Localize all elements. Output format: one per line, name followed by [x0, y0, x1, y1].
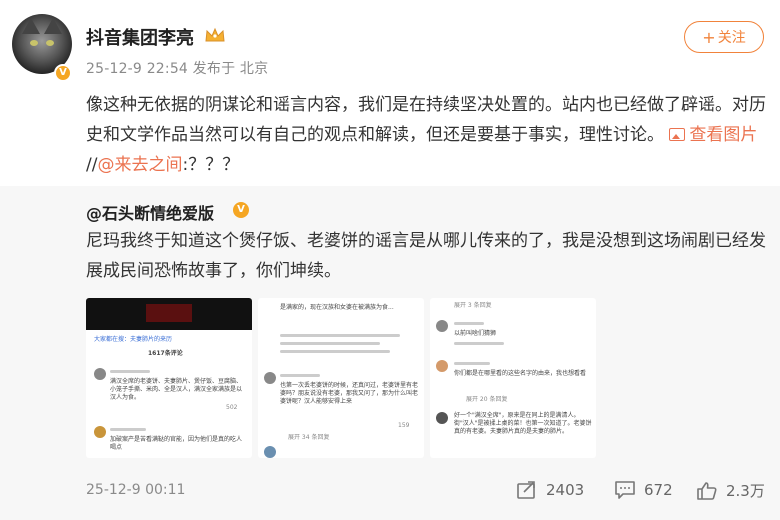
image-thumbnail-2[interactable]: 是满家的，现在汉族和女婆在被满族为食... 也第一次丢老婆饼的时候，还真问过，老… [258, 298, 424, 458]
post-text: 像这种无依据的阴谋论和谣言内容，我们是在持续坚决处置的。站内也已经做了辟谣。对历… [86, 95, 766, 145]
verified-badge-icon: V [54, 64, 72, 82]
post-meta: 25-12-9 22:54 发布于 北京 [86, 61, 269, 77]
author-name[interactable]: 抖音集团李亮 [86, 24, 194, 50]
thumb1-likes: 502 [226, 404, 238, 411]
view-pictures-link[interactable]: 查看图片 [669, 125, 757, 145]
commenter-avatar [436, 360, 448, 372]
thumbs-up-icon [697, 481, 717, 500]
thumb1-header: 大家都在搜：夫妻肺片的来历 [94, 336, 173, 343]
repost-count: 2403 [546, 481, 585, 499]
image-thumbnail-3[interactable]: 展开 3 条回复 以前叫啥们猜狮 你们都是在哪里看的这些名字的由来，我也想看看 … [430, 298, 596, 458]
follow-label: 关注 [717, 30, 746, 46]
repost-content: 尼玛我终于知道这个煲仔饭、老婆饼的谣言是从哪儿传来的了，我是没想到这场闹剧已经发… [86, 231, 766, 281]
commenter-avatar [264, 372, 276, 384]
main-post: V 抖音集团李亮 25-12-9 22:54 发布于 北京 + 关注 像这种无依… [0, 0, 780, 186]
commenter-avatar [436, 320, 448, 332]
commenter-avatar [94, 426, 106, 438]
thumb2-comment1: 是满家的，现在汉族和女婆在被满族为食... [280, 304, 394, 311]
image-icon [669, 128, 686, 141]
image-thumbnail-1[interactable]: 大家都在搜：夫妻肺片的来历 1617条评论 满汉全席的老婆饼、夫妻肺片、煲仔饭、… [86, 298, 252, 458]
repost-verified-icon: V [233, 202, 249, 218]
thumb3-more: 展开 3 条回复 [454, 302, 492, 309]
thumb3-comment3: 好一个"满汉全席"，原来是在同上的是满清人。街"汉人"是被揉上桌的菜！也第一次知… [454, 412, 592, 435]
thumb2-comment2: 也第一次丢老婆饼的时候，还真问过，老婆饼里有老婆吗？朋友说没有老婆，那我又问了，… [280, 382, 419, 405]
follow-button[interactable]: + 关注 [684, 21, 764, 53]
thumb3-comment1: 以前叫啥们猜狮 [454, 330, 497, 337]
commenter-avatar [264, 446, 276, 458]
mention-link[interactable]: @来去之间 [97, 155, 182, 175]
video-preview [86, 298, 252, 330]
repost-button[interactable]: 2403 [516, 480, 584, 500]
thumb1-count: 1617条评论 [148, 350, 183, 357]
post-tail: :？？？ [182, 155, 240, 175]
thumb2-likes: 159 [398, 422, 410, 429]
share-icon [517, 481, 535, 499]
thumb3-comment2: 你们都是在哪里看的这些名字的由来，我也想看看 [454, 370, 587, 377]
repost-timestamp[interactable]: 25-12-9 00:11 [86, 482, 185, 498]
like-count: 2.3万 [726, 482, 765, 500]
thumb1-comment2: 加破案产是苦看满鞑的官能，因为他们是真的吃人喝点 [110, 436, 243, 451]
thumb2-more: 展开 34 条回复 [288, 434, 330, 441]
comment-count: 672 [644, 481, 673, 499]
commenter-avatar [94, 368, 106, 380]
commenter-avatar [436, 412, 448, 424]
thumb1-comment1: 满汉全席的老婆饼、夫妻肺片、煲仔饭、豆腐脑、小笼子手撕、米肉、全是汉人，满汉全家… [110, 378, 243, 401]
repost-separator: // [86, 155, 98, 175]
post-content: 像这种无依据的阴谋论和谣言内容，我们是在持续坚决处置的。站内也已经做了辟谣。对历… [86, 90, 766, 180]
comment-button[interactable]: 672 [614, 480, 673, 500]
reposted-card[interactable]: @石头断情绝爱版 V 尼玛我终于知道这个煲仔饭、老婆饼的谣言是从哪儿传来的了，我… [0, 186, 780, 520]
comment-icon [615, 481, 635, 499]
repost-author[interactable]: @石头断情绝爱版 [86, 200, 214, 224]
plus-icon: + [702, 27, 716, 47]
like-button[interactable]: 2.3万 [696, 480, 765, 501]
crown-icon [205, 27, 225, 42]
thumb3-more2: 展开 20 条回复 [466, 396, 508, 403]
